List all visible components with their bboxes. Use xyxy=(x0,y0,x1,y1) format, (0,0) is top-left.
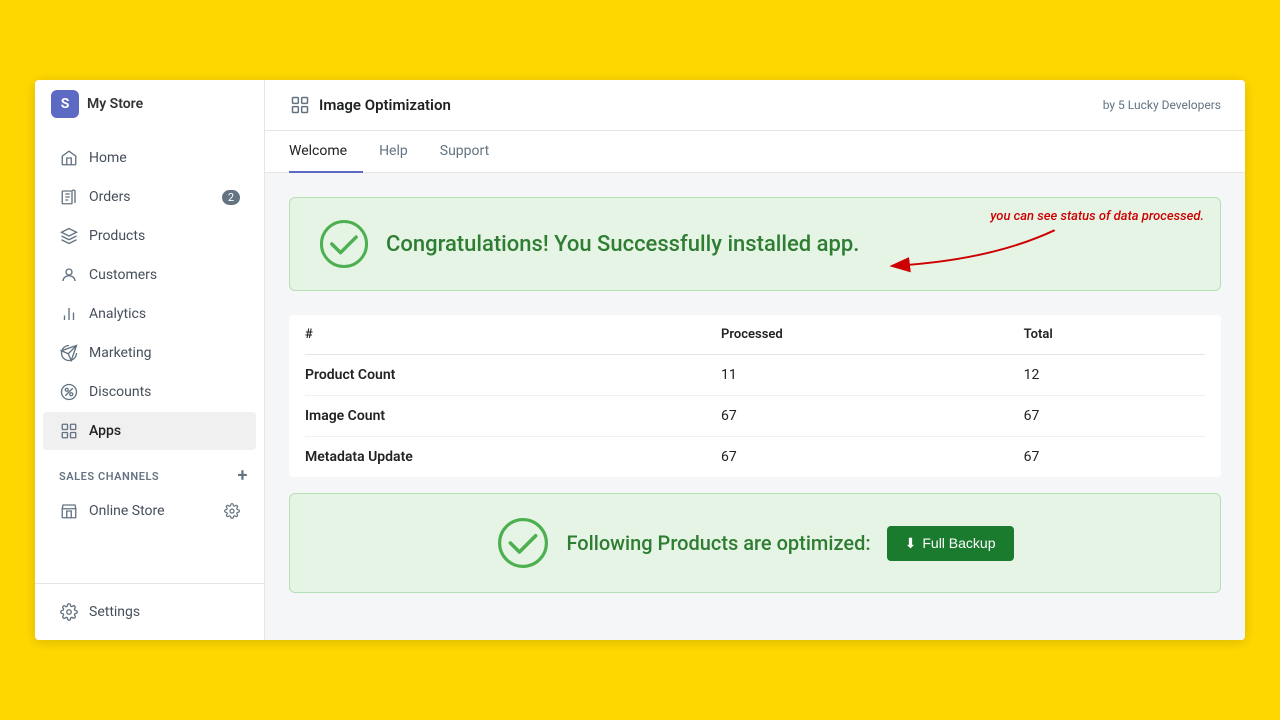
table-row: Product Count 11 12 xyxy=(305,355,1205,396)
app-title: Image Optimization xyxy=(319,96,451,114)
sidebar-item-online-store[interactable]: Online Store xyxy=(43,492,256,530)
tab-welcome[interactable]: Welcome xyxy=(289,131,363,173)
row-total: 67 xyxy=(1008,437,1205,478)
row-total: 67 xyxy=(1008,396,1205,437)
sidebar-logo: S My Store xyxy=(35,80,264,138)
row-name: Metadata Update xyxy=(305,437,705,478)
data-table-section: # Processed Total Product Count 11 12 Im… xyxy=(289,315,1221,477)
app-header-left: Image Optimization xyxy=(289,94,451,116)
main-nav: Home Orders 2 Products xyxy=(35,138,264,451)
sidebar-item-label: Products xyxy=(89,228,145,244)
row-processed: 67 xyxy=(705,396,1008,437)
tab-help[interactable]: Help xyxy=(363,131,424,173)
home-icon xyxy=(59,148,79,168)
full-backup-button[interactable]: ⬇ Full Backup xyxy=(887,526,1014,561)
sidebar-item-label: Orders xyxy=(89,189,131,205)
store-icon: S xyxy=(51,90,79,118)
download-icon: ⬇ xyxy=(905,535,917,552)
sidebar-item-label: Online Store xyxy=(89,503,165,519)
orders-icon xyxy=(59,187,79,207)
sidebar-item-label: Analytics xyxy=(89,306,146,322)
col-header-processed: Processed xyxy=(705,315,1008,355)
row-processed: 67 xyxy=(705,437,1008,478)
sidebar-item-customers[interactable]: Customers xyxy=(43,256,256,294)
sidebar-item-label: Customers xyxy=(89,267,157,283)
sales-channels-label: SALES CHANNELS xyxy=(59,470,159,483)
settings-label: Settings xyxy=(89,604,140,620)
sidebar-item-label: Home xyxy=(89,150,127,166)
bottom-check-icon xyxy=(496,516,550,570)
table-row: Image Count 67 67 xyxy=(305,396,1205,437)
sidebar-bottom: Settings xyxy=(35,583,264,640)
add-sales-channel-button[interactable]: + xyxy=(238,467,248,485)
settings-icon xyxy=(59,602,79,622)
success-check-icon xyxy=(318,218,370,270)
discounts-icon xyxy=(59,382,79,402)
products-icon xyxy=(59,226,79,246)
online-store-icon xyxy=(59,501,79,521)
online-store-settings-icon[interactable] xyxy=(224,503,240,519)
apps-icon xyxy=(59,421,79,441)
row-total: 12 xyxy=(1008,355,1205,396)
table-row: Metadata Update 67 67 xyxy=(305,437,1205,478)
app-window: S My Store Home Orders 2 xyxy=(35,80,1245,640)
analytics-icon xyxy=(59,304,79,324)
sidebar-item-analytics[interactable]: Analytics xyxy=(43,295,256,333)
sidebar-item-orders[interactable]: Orders 2 xyxy=(43,178,256,216)
orders-badge: 2 xyxy=(222,190,240,205)
bottom-banner-text: Following Products are optimized: xyxy=(566,531,870,555)
app-author: by 5 Lucky Developers xyxy=(1103,98,1221,112)
col-header-total: Total xyxy=(1008,315,1205,355)
customers-icon xyxy=(59,265,79,285)
store-name: My Store xyxy=(87,96,143,112)
main-content: Image Optimization by 5 Lucky Developers… xyxy=(265,80,1245,640)
sidebar-item-label: Discounts xyxy=(89,384,151,400)
sidebar-item-label: Marketing xyxy=(89,345,152,361)
sidebar-item-discounts[interactable]: Discounts xyxy=(43,373,256,411)
col-header-name: # xyxy=(305,315,705,355)
content-area: Congratulations! You Successfully instal… xyxy=(265,173,1245,640)
row-name: Image Count xyxy=(305,396,705,437)
sidebar: S My Store Home Orders 2 xyxy=(35,80,265,640)
row-processed: 11 xyxy=(705,355,1008,396)
tab-support[interactable]: Support xyxy=(424,131,505,173)
stats-table: # Processed Total Product Count 11 12 Im… xyxy=(305,315,1205,477)
sidebar-item-marketing[interactable]: Marketing xyxy=(43,334,256,372)
sidebar-item-settings[interactable]: Settings xyxy=(43,593,256,631)
success-message: Congratulations! You Successfully instal… xyxy=(386,232,859,257)
marketing-icon xyxy=(59,343,79,363)
row-name: Product Count xyxy=(305,355,705,396)
bottom-banner: Following Products are optimized: ⬇ Full… xyxy=(289,493,1221,593)
success-banner: Congratulations! You Successfully instal… xyxy=(289,197,1221,291)
sales-channels-section: SALES CHANNELS + xyxy=(35,451,264,491)
annotation-text: you can see status of data processed. xyxy=(990,208,1204,226)
app-header-icon xyxy=(289,94,311,116)
sidebar-item-label: Apps xyxy=(89,423,121,439)
app-tabs: Welcome Help Support xyxy=(265,131,1245,173)
sidebar-item-apps[interactable]: Apps xyxy=(43,412,256,450)
sidebar-item-products[interactable]: Products xyxy=(43,217,256,255)
sidebar-item-home[interactable]: Home xyxy=(43,139,256,177)
app-header: Image Optimization by 5 Lucky Developers xyxy=(265,80,1245,131)
